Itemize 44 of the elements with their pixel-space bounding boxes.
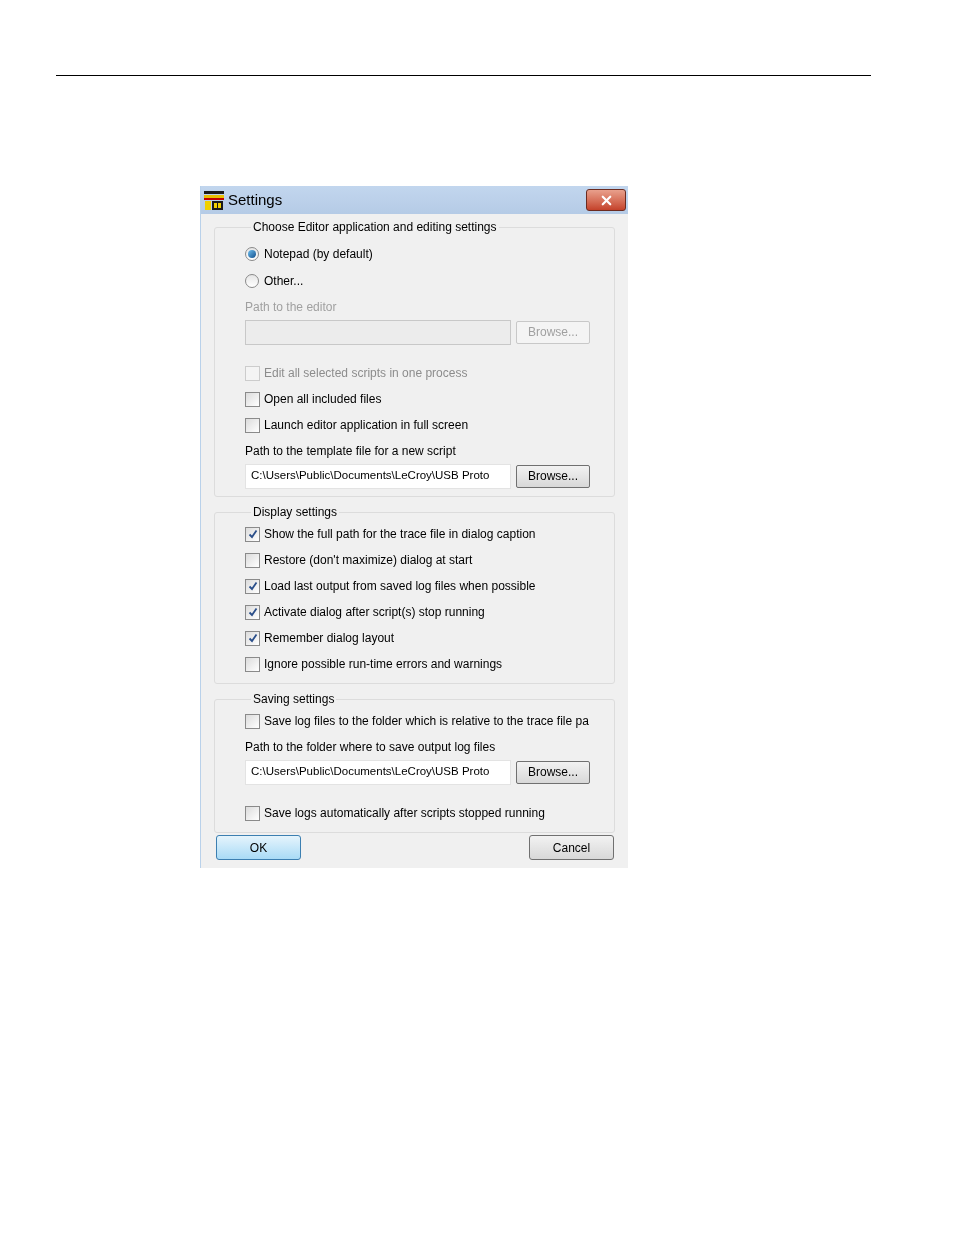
field-label: Path to the editor xyxy=(245,299,337,316)
checkbox[interactable] xyxy=(245,713,260,729)
checkbox-label: Save logs automatically after scripts stopped running xyxy=(264,805,545,822)
radio-label: Notepad (by default) xyxy=(264,245,373,263)
ok-button[interactable]: OK xyxy=(216,835,301,860)
radio-button[interactable] xyxy=(245,273,259,288)
checkbox[interactable] xyxy=(245,552,260,568)
check-icon xyxy=(247,529,258,539)
field-label: Path to the folder where to save output log files xyxy=(245,739,496,756)
checkbox-label: Remember dialog layout xyxy=(264,630,395,647)
checkbox-label: Show the full path for the trace file in dialog caption xyxy=(264,526,536,543)
checkbox-label: Load last output from saved log files when possible xyxy=(264,578,536,595)
radio-button[interactable] xyxy=(245,246,259,261)
checkbox[interactable] xyxy=(245,656,260,672)
checkbox[interactable] xyxy=(245,630,260,646)
checkbox-label: Activate dialog after script(s) stop running xyxy=(264,604,485,621)
checkbox[interactable] xyxy=(245,417,260,433)
path-field[interactable]: C:\Users\Public\Documents\LeCroy\USB Proto xyxy=(245,759,511,785)
checkbox[interactable] xyxy=(245,526,260,542)
section-title: Saving settings xyxy=(252,691,336,708)
close-button[interactable] xyxy=(586,189,626,211)
cancel-button[interactable]: Cancel xyxy=(529,835,614,860)
checkbox-label: Restore (don't maximize) dialog at start xyxy=(264,552,473,569)
checkbox-label: Ignore possible run-time errors and warnings xyxy=(264,656,503,673)
window-title: Settings xyxy=(228,189,283,210)
browse-button[interactable]: Browse... xyxy=(516,464,590,488)
checkbox[interactable] xyxy=(245,805,260,821)
checkbox[interactable] xyxy=(245,391,260,407)
check-icon xyxy=(247,607,258,617)
checkbox[interactable] xyxy=(245,604,260,620)
section-title: Display settings xyxy=(252,504,339,521)
radio-label: Other... xyxy=(264,272,304,290)
check-icon xyxy=(247,581,258,591)
path-field[interactable]: C:\Users\Public\Documents\LeCroy\USB Proto xyxy=(245,463,511,489)
section-title: Choose Editor application and editing settings xyxy=(252,219,498,236)
browse-button[interactable]: Browse... xyxy=(516,760,590,784)
app-icon xyxy=(203,189,225,211)
checkbox-label: Open all included files xyxy=(264,391,382,408)
checkbox-label: Save log files to the folder which is relative to the trace file pa xyxy=(264,713,589,730)
field-label: Path to the template file for a new script xyxy=(245,443,456,460)
checkbox-label: Edit all selected scripts in one process xyxy=(264,365,468,382)
check-icon xyxy=(247,633,258,643)
checkbox-label: Launch editor application in full screen xyxy=(264,417,469,434)
checkbox[interactable] xyxy=(245,578,260,594)
